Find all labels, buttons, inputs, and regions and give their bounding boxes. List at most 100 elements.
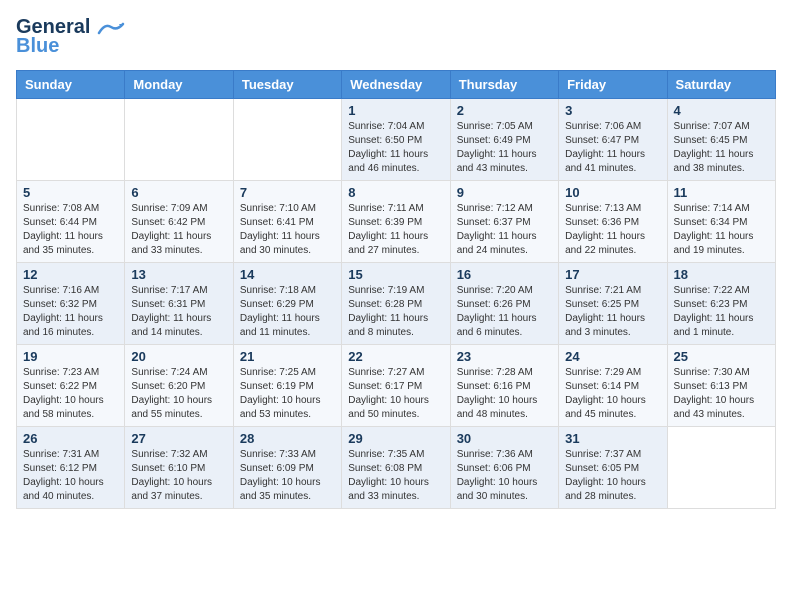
day-number: 17 — [565, 267, 660, 282]
calendar-cell: 24 Sunrise: 7:29 AM Sunset: 6:14 PM Dayli… — [559, 345, 667, 427]
day-number: 2 — [457, 103, 552, 118]
day-info: Sunrise: 7:14 AM Sunset: 6:34 PM Dayligh… — [674, 202, 769, 258]
day-number: 13 — [131, 267, 226, 282]
day-info: Sunrise: 7:16 AM Sunset: 6:32 PM Dayligh… — [23, 284, 118, 340]
day-info: Sunrise: 7:08 AM Sunset: 6:44 PM Dayligh… — [23, 202, 118, 258]
calendar-week-2: 5Sunrise: 7:08 AM Sunset: 6:44 PM Daylig… — [17, 181, 776, 263]
day-info: Sunrise: 7:29 AM Sunset: 6:14 PM Dayligh… — [565, 366, 660, 422]
day-info: Sunrise: 7:04 AM Sunset: 6:50 PM Dayligh… — [348, 120, 443, 176]
day-info: Sunrise: 7:33 AM Sunset: 6:09 PM Dayligh… — [240, 448, 335, 504]
day-number: 9 — [457, 185, 552, 200]
calendar-week-4: 19 Sunrise: 7:23 AM Sunset: 6:22 PM Dayli… — [17, 345, 776, 427]
calendar-cell: 6 Sunrise: 7:09 AM Sunset: 6:42 PM Daylig… — [125, 181, 233, 263]
calendar-cell: 7Sunrise: 7:10 AM Sunset: 6:41 PM Daylig… — [233, 181, 341, 263]
calendar-cell — [125, 99, 233, 181]
day-info: Sunrise: 7:13 AM Sunset: 6:36 PM Dayligh… — [565, 202, 660, 258]
calendar-cell: 31 Sunrise: 7:37 AM Sunset: 6:05 PM Dayli… — [559, 427, 667, 509]
day-info: Sunrise: 7:06 AM Sunset: 6:47 PM Dayligh… — [565, 120, 660, 176]
day-number: 19 — [23, 349, 118, 364]
day-number: 29 — [348, 431, 443, 446]
calendar-table: SundayMondayTuesdayWednesdayThursdayFrid… — [16, 70, 776, 509]
day-info: Sunrise: 7:21 AM Sunset: 6:25 PM Dayligh… — [565, 284, 660, 340]
calendar-cell: 17 Sunrise: 7:21 AM Sunset: 6:25 PM Dayli… — [559, 263, 667, 345]
calendar-cell: 2 Sunrise: 7:05 AM Sunset: 6:49 PM Daylig… — [450, 99, 558, 181]
day-info: Sunrise: 7:19 AM Sunset: 6:28 PM Dayligh… — [348, 284, 443, 340]
day-number: 31 — [565, 431, 660, 446]
calendar-cell: 10 Sunrise: 7:13 AM Sunset: 6:36 PM Dayli… — [559, 181, 667, 263]
calendar-cell: 29 Sunrise: 7:35 AM Sunset: 6:08 PM Dayli… — [342, 427, 450, 509]
day-info: Sunrise: 7:36 AM Sunset: 6:06 PM Dayligh… — [457, 448, 552, 504]
calendar-cell: 15 Sunrise: 7:19 AM Sunset: 6:28 PM Dayli… — [342, 263, 450, 345]
day-number: 11 — [674, 185, 769, 200]
calendar-cell: 23 Sunrise: 7:28 AM Sunset: 6:16 PM Dayli… — [450, 345, 558, 427]
calendar-cell: 1 Sunrise: 7:04 AM Sunset: 6:50 PM Daylig… — [342, 99, 450, 181]
day-info: Sunrise: 7:25 AM Sunset: 6:19 PM Dayligh… — [240, 366, 335, 422]
day-number: 15 — [348, 267, 443, 282]
day-number: 6 — [131, 185, 226, 200]
weekday-header-monday: Monday — [125, 71, 233, 99]
calendar-week-3: 12 Sunrise: 7:16 AM Sunset: 6:32 PM Dayli… — [17, 263, 776, 345]
day-number: 28 — [240, 431, 335, 446]
day-info: Sunrise: 7:17 AM Sunset: 6:31 PM Dayligh… — [131, 284, 226, 340]
day-number: 3 — [565, 103, 660, 118]
day-info: Sunrise: 7:18 AM Sunset: 6:29 PM Dayligh… — [240, 284, 335, 340]
calendar-cell: 20Sunrise: 7:24 AM Sunset: 6:20 PM Dayli… — [125, 345, 233, 427]
day-info: Sunrise: 7:20 AM Sunset: 6:26 PM Dayligh… — [457, 284, 552, 340]
weekday-header-friday: Friday — [559, 71, 667, 99]
weekday-header-thursday: Thursday — [450, 71, 558, 99]
weekday-header-sunday: Sunday — [17, 71, 125, 99]
day-info: Sunrise: 7:27 AM Sunset: 6:17 PM Dayligh… — [348, 366, 443, 422]
day-info: Sunrise: 7:32 AM Sunset: 6:10 PM Dayligh… — [131, 448, 226, 504]
page-header: General Blue — [16, 16, 776, 58]
calendar-cell — [667, 427, 775, 509]
calendar-cell: 27 Sunrise: 7:32 AM Sunset: 6:10 PM Dayli… — [125, 427, 233, 509]
day-info: Sunrise: 7:05 AM Sunset: 6:49 PM Dayligh… — [457, 120, 552, 176]
day-number: 4 — [674, 103, 769, 118]
calendar-cell: 28 Sunrise: 7:33 AM Sunset: 6:09 PM Dayli… — [233, 427, 341, 509]
day-number: 27 — [131, 431, 226, 446]
day-number: 7 — [240, 185, 335, 200]
calendar-week-5: 26Sunrise: 7:31 AM Sunset: 6:12 PM Dayli… — [17, 427, 776, 509]
day-number: 14 — [240, 267, 335, 282]
day-info: Sunrise: 7:09 AM Sunset: 6:42 PM Dayligh… — [131, 202, 226, 258]
day-number: 1 — [348, 103, 443, 118]
calendar-cell: 21 Sunrise: 7:25 AM Sunset: 6:19 PM Dayli… — [233, 345, 341, 427]
logo-bird-icon — [97, 21, 125, 37]
day-info: Sunrise: 7:23 AM Sunset: 6:22 PM Dayligh… — [23, 366, 118, 422]
day-info: Sunrise: 7:30 AM Sunset: 6:13 PM Dayligh… — [674, 366, 769, 422]
day-number: 10 — [565, 185, 660, 200]
calendar-cell: 26Sunrise: 7:31 AM Sunset: 6:12 PM Dayli… — [17, 427, 125, 509]
calendar-cell: 30 Sunrise: 7:36 AM Sunset: 6:06 PM Dayli… — [450, 427, 558, 509]
calendar-cell: 13 Sunrise: 7:17 AM Sunset: 6:31 PM Dayli… — [125, 263, 233, 345]
weekday-header-row: SundayMondayTuesdayWednesdayThursdayFrid… — [17, 71, 776, 99]
calendar-cell: 9Sunrise: 7:12 AM Sunset: 6:37 PM Daylig… — [450, 181, 558, 263]
calendar-week-1: 1 Sunrise: 7:04 AM Sunset: 6:50 PM Daylig… — [17, 99, 776, 181]
day-number: 25 — [674, 349, 769, 364]
day-number: 23 — [457, 349, 552, 364]
calendar-cell: 19 Sunrise: 7:23 AM Sunset: 6:22 PM Dayli… — [17, 345, 125, 427]
day-info: Sunrise: 7:35 AM Sunset: 6:08 PM Dayligh… — [348, 448, 443, 504]
day-number: 21 — [240, 349, 335, 364]
logo: General Blue — [16, 16, 125, 58]
day-info: Sunrise: 7:22 AM Sunset: 6:23 PM Dayligh… — [674, 284, 769, 340]
calendar-cell: 14 Sunrise: 7:18 AM Sunset: 6:29 PM Dayli… — [233, 263, 341, 345]
calendar-cell: 16Sunrise: 7:20 AM Sunset: 6:26 PM Dayli… — [450, 263, 558, 345]
logo-blue: Blue — [16, 35, 59, 58]
day-info: Sunrise: 7:28 AM Sunset: 6:16 PM Dayligh… — [457, 366, 552, 422]
day-info: Sunrise: 7:37 AM Sunset: 6:05 PM Dayligh… — [565, 448, 660, 504]
day-number: 20 — [131, 349, 226, 364]
day-number: 12 — [23, 267, 118, 282]
weekday-header-wednesday: Wednesday — [342, 71, 450, 99]
weekday-header-tuesday: Tuesday — [233, 71, 341, 99]
day-number: 8 — [348, 185, 443, 200]
day-number: 24 — [565, 349, 660, 364]
calendar-cell: 18Sunrise: 7:22 AM Sunset: 6:23 PM Dayli… — [667, 263, 775, 345]
weekday-header-saturday: Saturday — [667, 71, 775, 99]
calendar-cell: 12 Sunrise: 7:16 AM Sunset: 6:32 PM Dayli… — [17, 263, 125, 345]
day-number: 30 — [457, 431, 552, 446]
day-number: 22 — [348, 349, 443, 364]
day-info: Sunrise: 7:11 AM Sunset: 6:39 PM Dayligh… — [348, 202, 443, 258]
calendar-cell: 25 Sunrise: 7:30 AM Sunset: 6:13 PM Dayli… — [667, 345, 775, 427]
calendar-cell: 4Sunrise: 7:07 AM Sunset: 6:45 PM Daylig… — [667, 99, 775, 181]
calendar-cell — [17, 99, 125, 181]
